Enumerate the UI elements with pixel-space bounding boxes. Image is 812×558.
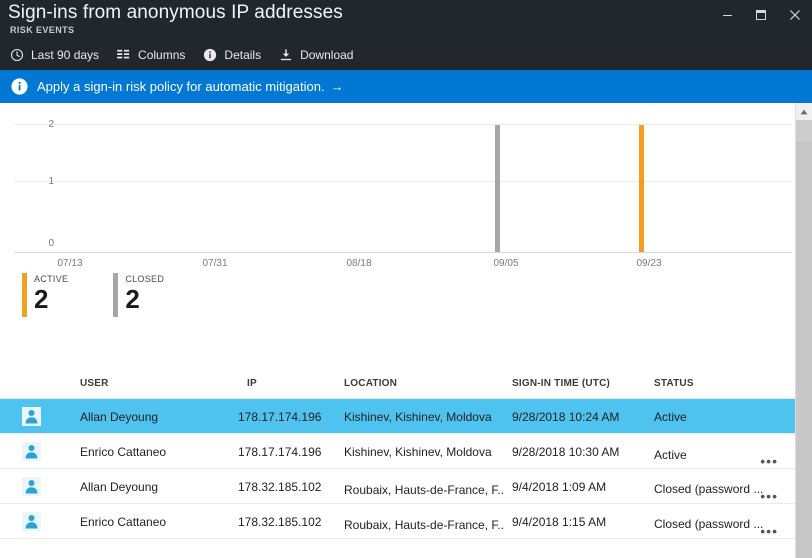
x-tick-0731: 07/31 [190,258,240,269]
cell-location: Kishinev, Kishinev, Moldova [344,410,504,424]
cell-ip: 178.32.185.102 [238,480,338,494]
x-tick-0713: 07/13 [45,258,95,269]
column-header-time[interactable]: SIGN-IN TIME (UTC) [512,378,610,389]
close-icon[interactable] [778,0,812,30]
y-tick-0: 0 [34,238,54,249]
cell-time: 9/4/2018 1:15 AM [512,515,647,529]
last-90-days-button[interactable]: Last 90 days [6,43,105,67]
vertical-scrollbar[interactable] [795,103,812,558]
title-bar: Sign-ins from anonymous IP addresses RIS… [0,0,812,70]
cell-location: Roubaix, Hauts-de-France, F... [344,518,504,532]
cell-status: Active [654,448,764,462]
risk-policy-banner[interactable]: Apply a sign-in risk policy for automati… [0,70,812,103]
risk-events-chart: 2 1 0 07/13 07/31 08/18 09/05 09/23 [0,103,795,273]
user-avatar-icon [22,407,41,426]
last-90-days-label: Last 90 days [31,48,99,62]
column-header-status[interactable]: STATUS [654,378,694,389]
cell-ip: 178.17.174.196 [238,445,338,459]
chart-legend: ACTIVE 2 CLOSED 2 [22,273,209,317]
cell-status: Closed (password ... [654,517,766,531]
cell-status: Active [654,410,764,424]
download-label: Download [300,48,353,62]
bar-active-0923[interactable] [639,125,644,252]
gridline-2 [14,124,792,125]
x-tick-0923: 09/23 [624,258,674,269]
info-circle-icon [10,78,28,96]
cell-time: 9/28/2018 10:24 AM [512,410,647,424]
risk-events-table: USER IP LOCATION SIGN-IN TIME (UTC) STAT… [0,369,795,539]
scroll-up-arrow-icon[interactable] [796,103,812,120]
restore-icon[interactable] [744,0,778,30]
x-tick-0818: 08/18 [334,258,384,269]
row-menu-icon[interactable]: ••• [760,456,778,466]
command-bar: Last 90 days Columns [0,42,359,68]
app-window: Sign-ins from anonymous IP addresses RIS… [0,0,812,558]
scrollbar-thumb[interactable] [796,120,812,141]
x-tick-0905: 09/05 [481,258,531,269]
bar-closed-0905[interactable] [495,125,500,252]
gridline-1 [14,181,792,182]
table-row[interactable]: Enrico Cattaneo 178.17.174.196 Kishinev,… [0,434,795,469]
user-avatar-icon [22,442,41,461]
columns-label: Columns [138,48,185,62]
active-color-swatch [22,273,27,317]
clock-icon [8,47,26,63]
column-header-user[interactable]: USER [80,378,109,389]
cell-location: Kishinev, Kishinev, Moldova [344,445,504,459]
page-subtitle: RISK EVENTS [10,25,74,35]
table-row[interactable]: Enrico Cattaneo 178.32.185.102 Roubaix, … [0,504,795,539]
chart-x-axis [14,252,792,253]
table-header-row: USER IP LOCATION SIGN-IN TIME (UTC) STAT… [0,369,795,399]
row-menu-icon[interactable]: ••• [760,491,778,501]
user-avatar-icon [22,477,41,496]
column-header-location[interactable]: LOCATION [344,378,397,389]
download-icon [277,47,295,63]
kpi-closed-value: 2 [125,284,164,314]
cell-ip: 178.32.185.102 [238,515,338,529]
cell-location: Roubaix, Hauts-de-France, F... [344,483,504,497]
chart-plot-area: 2 1 0 07/13 07/31 08/18 09/05 09/23 [0,107,795,253]
cell-user: Enrico Cattaneo [80,515,230,529]
row-menu-icon[interactable]: ••• [760,526,778,536]
cell-time: 9/28/2018 10:30 AM [512,445,647,459]
cell-user: Enrico Cattaneo [80,445,230,459]
info-icon [201,47,219,63]
closed-color-swatch [113,273,118,317]
table-row[interactable]: Allan Deyoung 178.17.174.196 Kishinev, K… [0,399,795,434]
banner-arrow-icon: → [331,79,344,94]
banner-text: Apply a sign-in risk policy for automati… [37,79,325,94]
table-row[interactable]: Allan Deyoung 178.32.185.102 Roubaix, Ha… [0,469,795,504]
cell-time: 9/4/2018 1:09 AM [512,480,647,494]
kpi-closed[interactable]: CLOSED 2 [113,273,164,317]
column-header-ip[interactable]: IP [247,378,257,389]
details-button[interactable]: Details [199,43,267,67]
user-avatar-icon [22,512,41,531]
details-label: Details [224,48,261,62]
columns-button[interactable]: Columns [113,43,191,67]
y-tick-2: 2 [34,119,54,130]
page-title: Sign-ins from anonymous IP addresses [8,2,343,24]
kpi-active[interactable]: ACTIVE 2 [22,273,68,317]
kpi-active-value: 2 [34,284,68,314]
columns-icon [115,47,133,63]
cell-ip: 178.17.174.196 [238,410,338,424]
cell-user: Allan Deyoung [80,480,230,494]
content-area: 2 1 0 07/13 07/31 08/18 09/05 09/23 ACTI… [0,103,812,558]
minimize-icon[interactable] [710,0,744,30]
cell-status: Closed (password ... [654,482,766,496]
download-button[interactable]: Download [275,43,359,67]
y-tick-1: 1 [34,176,54,187]
window-controls [710,0,812,30]
cell-user: Allan Deyoung [80,410,230,424]
